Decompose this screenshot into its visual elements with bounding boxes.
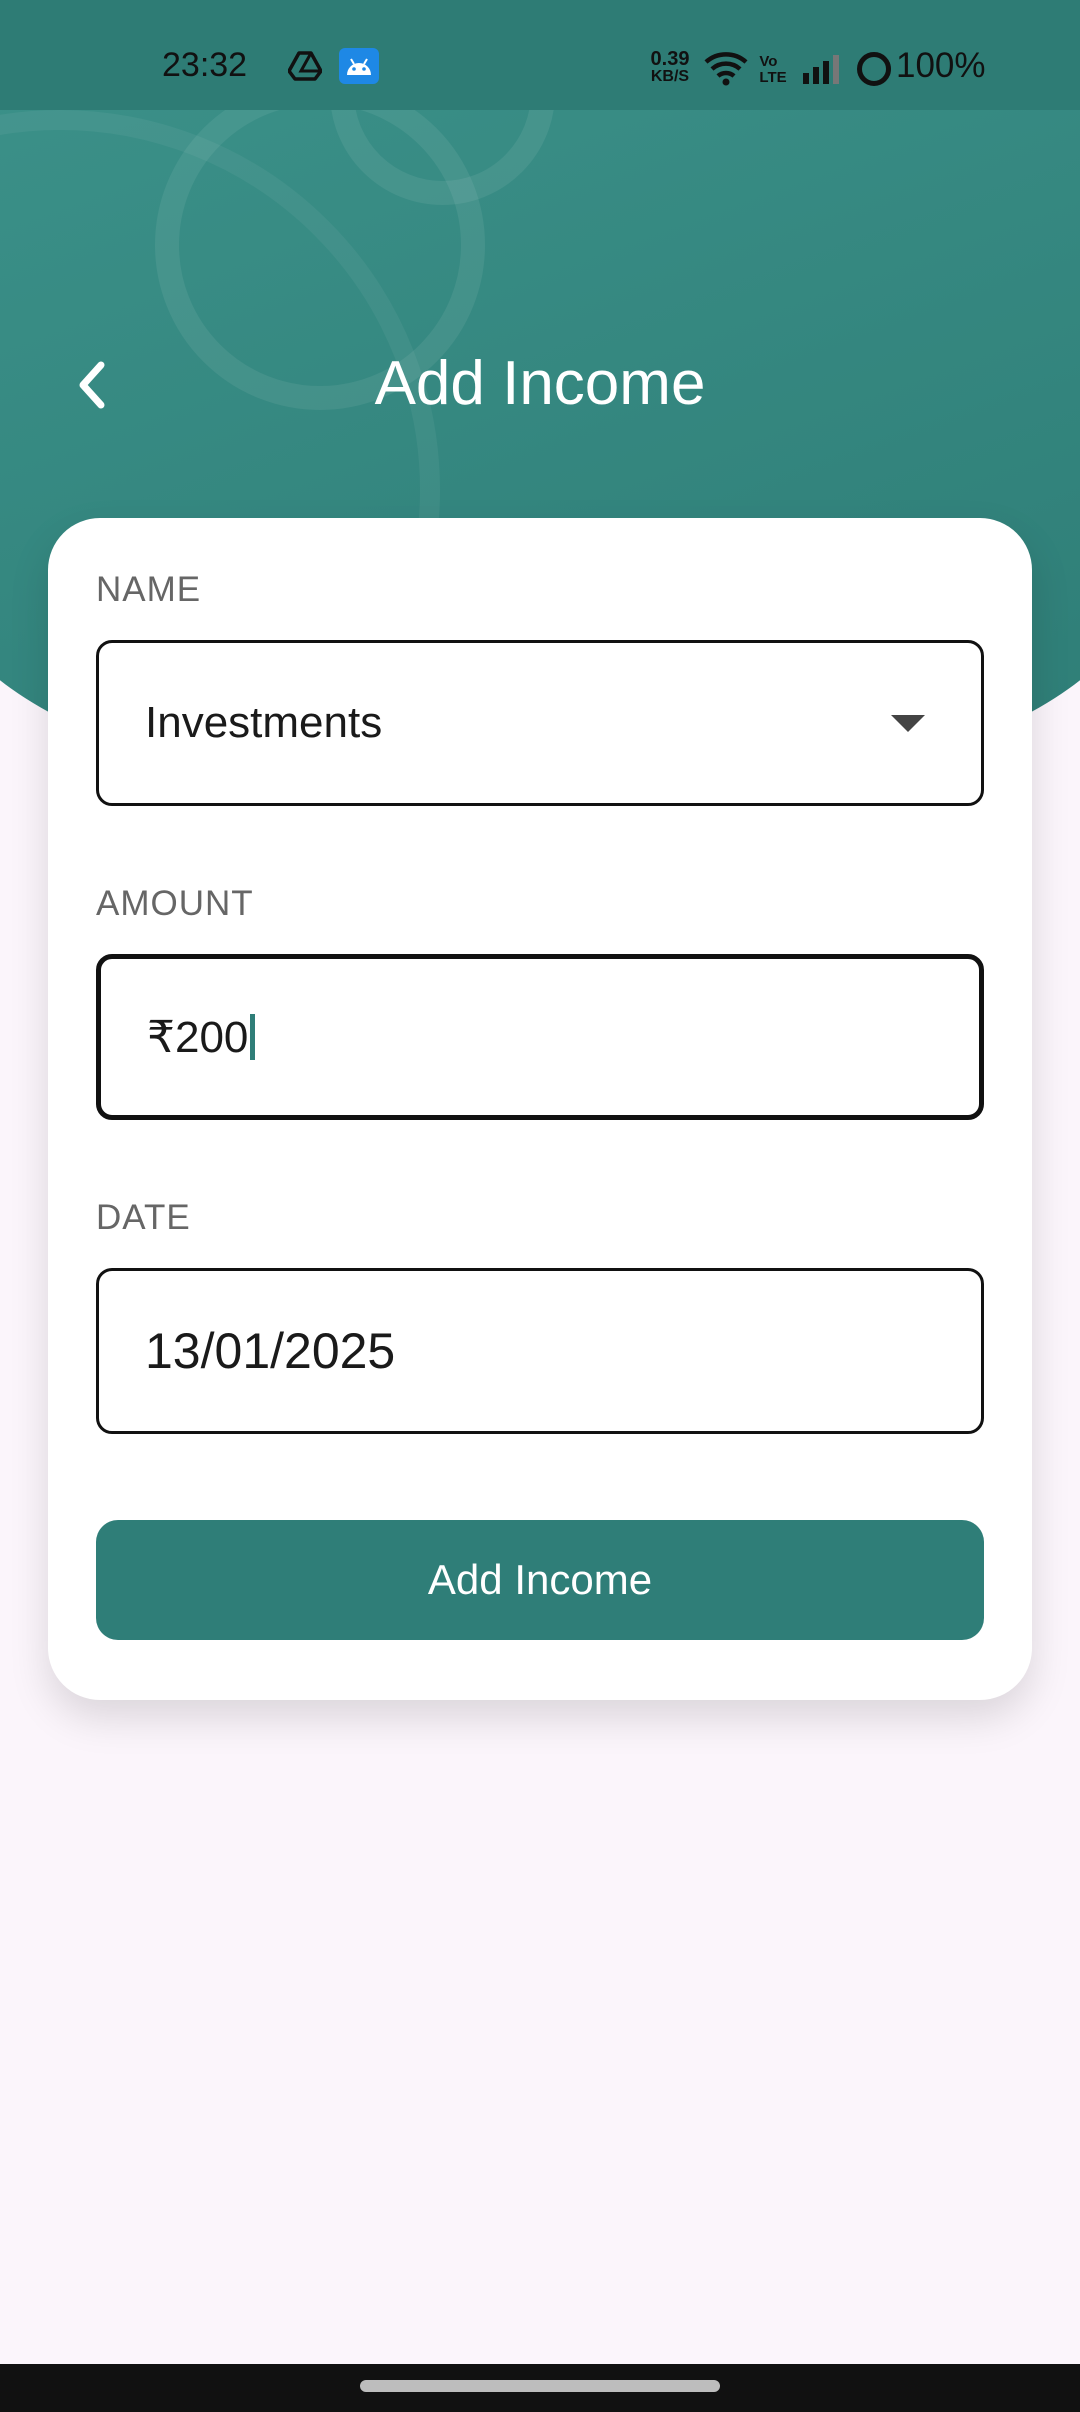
android-icon (339, 48, 379, 84)
add-income-screen: 23:32 0.39 KB/S Vo LTE 100% Add Income N… (0, 0, 1080, 2412)
network-speed-unit: KB/S (650, 68, 690, 85)
wifi-icon (703, 48, 749, 88)
network-speed-value: 0.39 (650, 48, 690, 70)
income-form-card: NAME Investments AMOUNT ₹200 DATE 13/01/… (48, 518, 1032, 1700)
add-income-button[interactable]: Add Income (96, 1520, 984, 1640)
amount-label: AMOUNT (96, 884, 254, 923)
volte-icon: Vo LTE (759, 53, 787, 86)
drive-icon (285, 46, 325, 86)
dropdown-arrow-icon (891, 715, 925, 732)
name-label: NAME (96, 570, 202, 609)
date-label: DATE (96, 1198, 191, 1237)
battery-percentage: 100% (896, 46, 986, 85)
date-value: 13/01/2025 (145, 1323, 396, 1379)
name-dropdown[interactable]: Investments (96, 640, 984, 806)
date-input[interactable]: 13/01/2025 (96, 1268, 984, 1434)
amount-input[interactable]: ₹200 (96, 954, 984, 1120)
amount-value: ₹200 (147, 1012, 249, 1062)
signal-icon (800, 52, 846, 86)
network-speed: 0.39 KB/S (645, 48, 695, 86)
name-value: Investments (145, 698, 383, 747)
home-indicator[interactable] (360, 2380, 720, 2392)
page-title: Add Income (374, 349, 706, 418)
battery-icon (857, 52, 891, 86)
text-cursor (250, 1014, 256, 1060)
status-time: 23:32 (162, 46, 248, 84)
